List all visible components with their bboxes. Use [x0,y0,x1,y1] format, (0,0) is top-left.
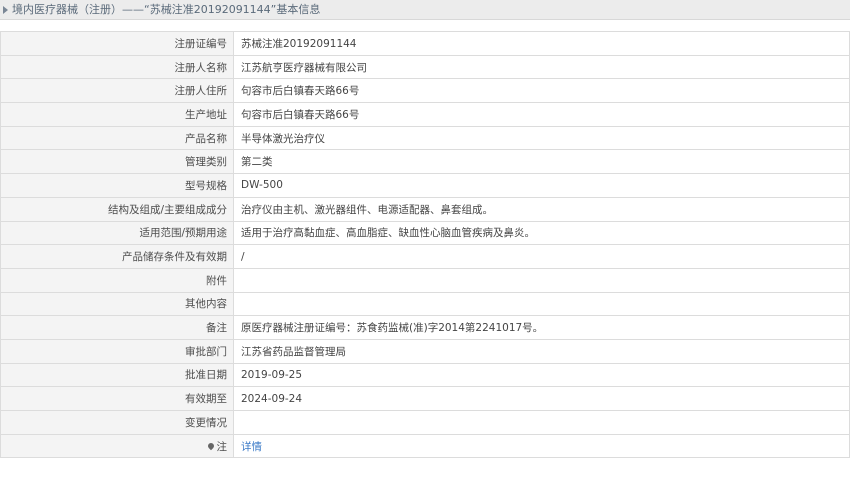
row-label: 注册人名称 [0,54,234,80]
row-label: 注册证编号 [0,31,234,56]
row-label: 注册人住所 [0,78,234,104]
table-row: 注册证编号 苏械注准20192091144 [0,31,850,56]
row-label: 型号规格 [0,173,234,198]
table-row: 批准日期 2019-09-25 [0,362,850,388]
table-row: 其他内容 [0,291,850,317]
row-value: 2019-09-25 [233,362,850,388]
table-row: 审批部门 江苏省药品监督管理局 [0,338,850,364]
row-value: 苏械注准20192091144 [233,31,850,56]
table-row: 注册人住所 句容市后白镇春天路66号 [0,78,850,104]
row-label: 产品储存条件及有效期 [0,244,234,269]
table-row: 适用范围/预期用途 适用于治疗高黏血症、高血脂症、缺血性心脑血管疾病及鼻炎。 [0,220,850,246]
row-value: 原医疗器械注册证编号：苏食药监械(准)字2014第2241017号。 [233,315,850,340]
table-row: 注 详情 [0,433,850,459]
row-value: 句容市后白镇春天路66号 [233,102,850,127]
note-label: 注 [216,440,228,453]
table-row: 变更情况 [0,410,850,435]
row-label: 审批部门 [0,338,234,364]
row-value: DW-500 [233,173,850,198]
row-label: 产品名称 [0,125,234,151]
page-header: 境内医疗器械（注册）——“苏械注准20192091144”基本信息 [0,0,850,20]
row-value: 详情 [233,433,850,459]
row-label: 有效期至 [0,386,234,411]
page-title: 境内医疗器械（注册）——“苏械注准20192091144”基本信息 [12,3,321,16]
row-label: 附件 [0,267,234,293]
row-label: 适用范围/预期用途 [0,220,234,246]
map-pin-icon [206,441,215,450]
row-value: 江苏省药品监督管理局 [233,338,850,364]
table-row: 结构及组成/主要组成成分 治疗仪由主机、激光器组件、电源适配器、鼻套组成。 [0,196,850,222]
row-value [233,291,850,317]
table-row: 附件 [0,267,850,293]
triangle-right-icon [3,6,8,14]
row-value: 江苏航亨医疗器械有限公司 [233,54,850,80]
row-value: 第二类 [233,149,850,175]
row-label: 备注 [0,315,234,340]
row-value [233,410,850,435]
row-label: 生产地址 [0,102,234,127]
detail-table: 注册证编号 苏械注准20192091144 注册人名称 江苏航亨医疗器械有限公司 注… [0,31,850,459]
row-value: 半导体激光治疗仪 [233,125,850,151]
table-row: 管理类别 第二类 [0,149,850,175]
table-row: 产品储存条件及有效期 / [0,244,850,269]
row-label: 其他内容 [0,291,234,317]
row-value: 适用于治疗高黏血症、高血脂症、缺血性心脑血管疾病及鼻炎。 [233,220,850,246]
details-link[interactable]: 详情 [241,441,262,453]
table-row: 产品名称 半导体激光治疗仪 [0,125,850,151]
table-row: 注册人名称 江苏航亨医疗器械有限公司 [0,54,850,80]
row-label-note: 注 [0,433,234,459]
row-value: 2024-09-24 [233,386,850,411]
row-label: 变更情况 [0,410,234,435]
table-row: 生产地址 句容市后白镇春天路66号 [0,102,850,127]
table-row: 有效期至 2024-09-24 [0,386,850,411]
row-value: / [233,244,850,269]
row-label: 管理类别 [0,149,234,175]
row-value: 句容市后白镇春天路66号 [233,78,850,104]
table-row: 备注 原医疗器械注册证编号：苏食药监械(准)字2014第2241017号。 [0,315,850,340]
row-value [233,267,850,293]
table-row: 型号规格 DW-500 [0,173,850,198]
row-label: 结构及组成/主要组成成分 [0,196,234,222]
row-value: 治疗仪由主机、激光器组件、电源适配器、鼻套组成。 [233,196,850,222]
row-label: 批准日期 [0,362,234,388]
detail-table-container: 注册证编号 苏械注准20192091144 注册人名称 江苏航亨医疗器械有限公司 注… [0,31,850,459]
